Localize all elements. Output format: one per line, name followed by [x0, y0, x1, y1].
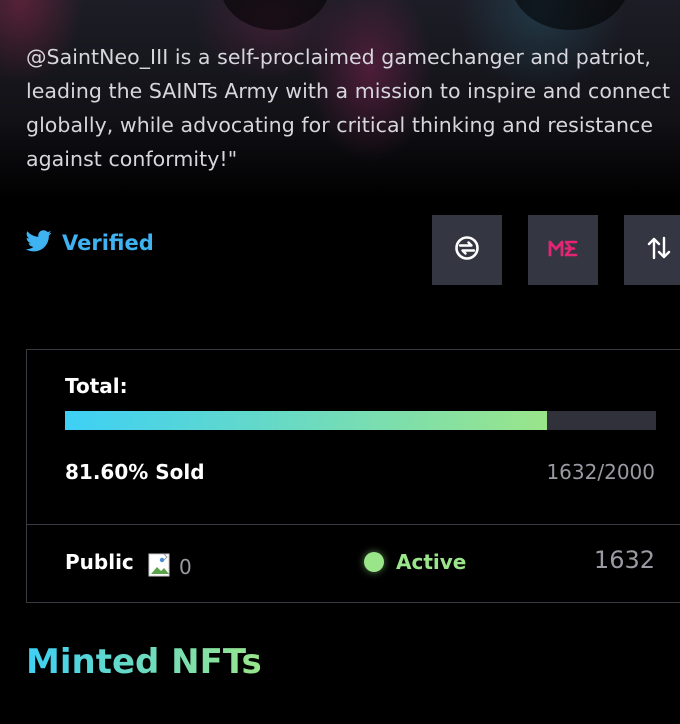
- twitter-verified-badge[interactable]: Verified: [25, 230, 154, 256]
- swap-link-button[interactable]: [624, 215, 680, 285]
- active-status-dot-icon: [364, 552, 384, 572]
- status-label: Active: [396, 550, 467, 574]
- mint-progress-fill: [65, 411, 548, 430]
- collection-description: @SaintNeo_III is a self-proclaimed gamec…: [26, 45, 671, 171]
- phase-status: Active: [364, 550, 466, 574]
- minted-count: 1632: [593, 546, 655, 574]
- mint-progress-bar: [65, 411, 656, 430]
- magic-eden-link-button[interactable]: [528, 215, 598, 285]
- sniper-link-button[interactable]: [432, 215, 502, 285]
- broken-image-icon: [147, 552, 173, 582]
- hero-art-shape: [220, 0, 330, 30]
- twitter-bird-icon: [25, 230, 52, 256]
- hero-art-shape: [510, 0, 630, 30]
- sold-count: 1632/2000: [546, 460, 655, 484]
- sold-percentage: 81.60% Sold: [65, 460, 205, 484]
- verified-label: Verified: [62, 231, 154, 255]
- swap-arrows-icon: [646, 235, 672, 265]
- minted-nfts-heading: Minted NFTs: [26, 642, 262, 682]
- sniper-icon: [453, 234, 481, 266]
- phase-price: 0: [147, 552, 192, 582]
- price-value: 0: [179, 555, 192, 579]
- divider: [27, 524, 680, 525]
- mint-stats-card: Total: 81.60% Sold 1632/2000 Public 0 Ac…: [26, 349, 680, 603]
- magic-eden-icon: [548, 238, 578, 262]
- phase-label: Public: [65, 550, 134, 574]
- total-label: Total:: [65, 374, 128, 398]
